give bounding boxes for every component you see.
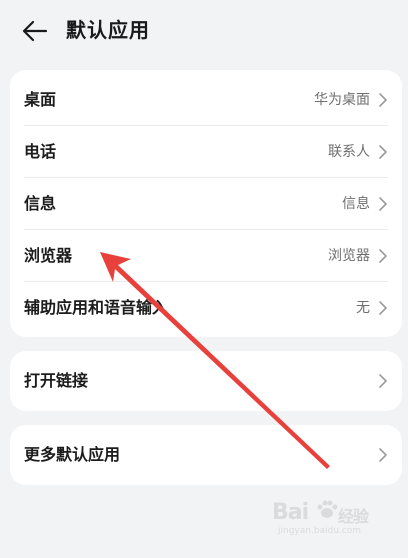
row-phone[interactable]: 电话 联系人 — [10, 126, 402, 178]
row-assist-voice-input[interactable]: 辅助应用和语音输入 无 — [10, 282, 402, 334]
chevron-right-icon — [379, 145, 387, 159]
more-defaults-card: 更多默认应用 — [10, 425, 402, 485]
chevron-right-icon — [379, 93, 387, 107]
row-messages[interactable]: 信息 信息 — [10, 178, 402, 230]
watermark-logo-suffix: 经验 — [338, 507, 369, 526]
row-label: 浏览器 — [24, 246, 73, 265]
chevron-right-icon — [379, 249, 387, 263]
chevron-right-icon — [379, 374, 387, 388]
row-open-links[interactable]: 打开链接 — [10, 351, 402, 411]
row-label: 打开链接 — [24, 371, 89, 390]
row-value: 华为桌面 — [314, 92, 370, 108]
chevron-right-icon — [379, 448, 387, 462]
paw-logo-icon — [317, 500, 338, 518]
row-value: 联系人 — [328, 144, 370, 160]
row-value: 浏览器 — [328, 248, 370, 264]
chevron-right-icon — [379, 301, 387, 315]
arrow-left-icon — [22, 20, 48, 42]
row-value: 无 — [356, 300, 370, 316]
watermark-url: jingyan.baidu.com — [278, 526, 362, 536]
watermark-logo-text: Bai — [272, 500, 309, 525]
row-label: 更多默认应用 — [24, 445, 121, 464]
back-button[interactable] — [18, 14, 52, 48]
row-label: 电话 — [24, 142, 57, 161]
row-browser[interactable]: 浏览器 浏览器 — [10, 230, 402, 282]
row-more-default-apps[interactable]: 更多默认应用 — [10, 425, 402, 485]
page-title: 默认应用 — [66, 18, 150, 42]
baidu-watermark: Bai 经验 jingyan.baidu.com — [272, 498, 382, 538]
row-value: 信息 — [342, 196, 370, 212]
row-label: 辅助应用和语音输入 — [24, 298, 169, 317]
title-bar: 默认应用 — [0, 0, 408, 60]
row-desktop[interactable]: 桌面 华为桌面 — [10, 74, 402, 126]
chevron-right-icon — [379, 197, 387, 211]
open-links-card: 打开链接 — [10, 351, 402, 411]
row-label: 桌面 — [24, 90, 57, 109]
row-label: 信息 — [24, 194, 57, 213]
default-apps-card: 桌面 华为桌面 电话 联系人 信息 信息 浏览器 浏览器 辅助应用和语音输入 无 — [10, 70, 402, 337]
